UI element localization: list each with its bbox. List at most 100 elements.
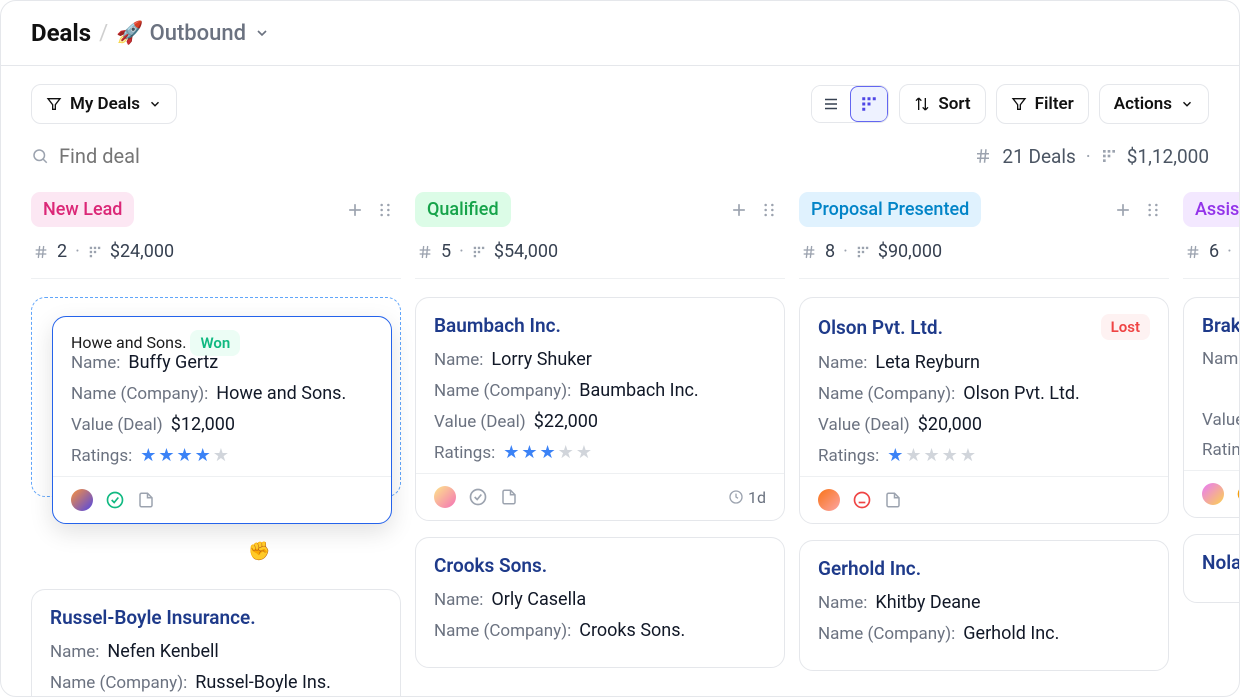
kanban-icon: [1101, 148, 1117, 164]
deal-title: Olson Pvt. Ltd.: [818, 316, 943, 339]
rating-stars: ★★★★★: [140, 445, 229, 466]
contact-name: Nefen Kenbell: [107, 641, 218, 662]
deal-card[interactable]: Howe and Sons. Won Name:Buffy Gertz Name…: [52, 316, 392, 524]
column-meta: 2 · $24,000: [31, 227, 401, 279]
field-label: Value (Deal): [1202, 410, 1239, 430]
column-proposal: Proposal Presented 8 · $90,000 Olson Pvt…: [799, 192, 1169, 696]
clock-icon: [728, 489, 744, 505]
column-meta: 8 · $90,000: [799, 227, 1169, 279]
column-meta: 6 ·: [1183, 227, 1239, 279]
field-label: Name:: [818, 593, 867, 613]
field-label: Rating: [1202, 440, 1239, 460]
page-title: Deals: [31, 19, 91, 47]
contact-name: Khitby Deane: [875, 592, 980, 613]
filter-icon: [46, 96, 62, 112]
drag-handle-icon[interactable]: [759, 200, 779, 220]
kanban-view-button[interactable]: [850, 86, 888, 122]
pipeline-name: Outbound: [150, 21, 246, 46]
deal-title: Russel-Boyle Insurance.: [50, 606, 256, 629]
plus-icon[interactable]: [729, 200, 749, 220]
company-name: Crooks Sons.: [579, 620, 685, 641]
contact-name: Leta Reyburn: [875, 352, 980, 373]
avatar[interactable]: [71, 489, 93, 511]
stage-pill[interactable]: Proposal Presented: [799, 192, 981, 227]
search-icon: [31, 147, 49, 165]
rating-stars: ★★★★★: [887, 445, 976, 466]
avatar[interactable]: [818, 489, 840, 511]
sort-label: Sort: [938, 94, 970, 114]
hash-icon: [801, 244, 817, 260]
alert-circle-icon[interactable]: [852, 490, 872, 510]
contact-name: Orly Casella: [491, 589, 586, 610]
avatar[interactable]: [434, 486, 456, 508]
field-label: Ratings:: [71, 446, 132, 466]
drag-handle-icon[interactable]: [375, 200, 395, 220]
actions-button[interactable]: Actions: [1099, 84, 1209, 124]
column-count: 6: [1209, 241, 1219, 262]
document-icon[interactable]: [137, 491, 155, 509]
document-icon[interactable]: [500, 488, 518, 506]
field-label: Name:: [50, 642, 99, 662]
drag-handle-icon[interactable]: [1143, 200, 1163, 220]
chevron-down-icon: [254, 25, 270, 41]
deal-card[interactable]: Nolan: [1183, 534, 1239, 603]
plus-icon[interactable]: [345, 200, 365, 220]
pipeline-selector[interactable]: 🚀 Outbound: [116, 21, 270, 46]
my-deals-button[interactable]: My Deals: [31, 84, 177, 124]
hash-icon: [33, 244, 49, 260]
plus-icon[interactable]: [1113, 200, 1133, 220]
search-input[interactable]: [59, 144, 279, 168]
filter-button[interactable]: Filter: [996, 84, 1089, 124]
chevron-down-icon: [1180, 97, 1194, 111]
check-circle-icon[interactable]: [1236, 484, 1239, 504]
deal-title: Braku: [1202, 314, 1239, 337]
field-label: Name:: [71, 353, 120, 373]
deal-card[interactable]: Crooks Sons. Name:Orly Casella Name (Com…: [415, 537, 785, 668]
toolbar: My Deals Sort Filter Actions: [1, 66, 1239, 124]
hash-icon: [1185, 244, 1201, 260]
chevron-down-icon: [148, 97, 162, 111]
deal-card[interactable]: Baumbach Inc. Name:Lorry Shuker Name (Co…: [415, 297, 785, 521]
deal-card[interactable]: Braku Name: Value (Deal) Rating: [1183, 297, 1239, 518]
field-label: Name (Company):: [818, 384, 955, 404]
field-label: Value (Deal): [434, 412, 526, 432]
company-name: Olson Pvt. Ltd.: [963, 383, 1080, 404]
deal-value: $20,000: [918, 414, 982, 435]
check-circle-icon[interactable]: [468, 487, 488, 507]
list-view-button[interactable]: [812, 86, 850, 122]
actions-label: Actions: [1114, 94, 1172, 114]
list-icon: [822, 95, 840, 113]
kanban-icon: [472, 245, 486, 259]
deal-card[interactable]: Russel-Boyle Insurance. Name: Nefen Kenbe…: [31, 589, 401, 696]
column-count: 8: [825, 241, 835, 262]
search[interactable]: [31, 144, 279, 168]
deal-title: Crooks Sons.: [434, 554, 547, 577]
kanban-icon: [88, 245, 102, 259]
field-label: Name (Company):: [71, 384, 208, 404]
deal-card[interactable]: Gerhold Inc. Name:Khitby Deane Name (Com…: [799, 540, 1169, 671]
contact-name: Lorry Shuker: [491, 349, 591, 370]
stage-pill[interactable]: Qualified: [415, 192, 511, 227]
document-icon[interactable]: [884, 491, 902, 509]
field-label: Ratings:: [818, 446, 879, 466]
sort-button[interactable]: Sort: [899, 84, 985, 124]
sort-icon: [914, 96, 930, 112]
view-toggle: [811, 85, 889, 123]
field-label: Value (Deal): [818, 415, 910, 435]
filter-icon: [1011, 96, 1027, 112]
deal-card[interactable]: Olson Pvt. Ltd. Lost Name:Leta Reyburn N…: [799, 297, 1169, 524]
hash-icon: [417, 244, 433, 260]
stage-pill[interactable]: Assist: [1183, 192, 1239, 227]
rating-stars: ★★★★★: [503, 442, 592, 463]
field-label: Name:: [434, 350, 483, 370]
last-activity: 1d: [728, 488, 766, 507]
stage-pill[interactable]: New Lead: [31, 192, 134, 227]
deal-title: Nolan: [1202, 551, 1239, 574]
column-total: $90,000: [878, 241, 942, 262]
kanban-board: New Lead 2 · $24,000 Howe and Sons.: [1, 178, 1239, 696]
drop-placeholder[interactable]: Howe and Sons. Won Name:Buffy Gertz Name…: [31, 297, 401, 497]
my-deals-label: My Deals: [70, 94, 140, 114]
avatar[interactable]: [1202, 483, 1224, 505]
check-circle-icon[interactable]: [105, 490, 125, 510]
contact-name: Buffy Gertz: [128, 352, 218, 373]
